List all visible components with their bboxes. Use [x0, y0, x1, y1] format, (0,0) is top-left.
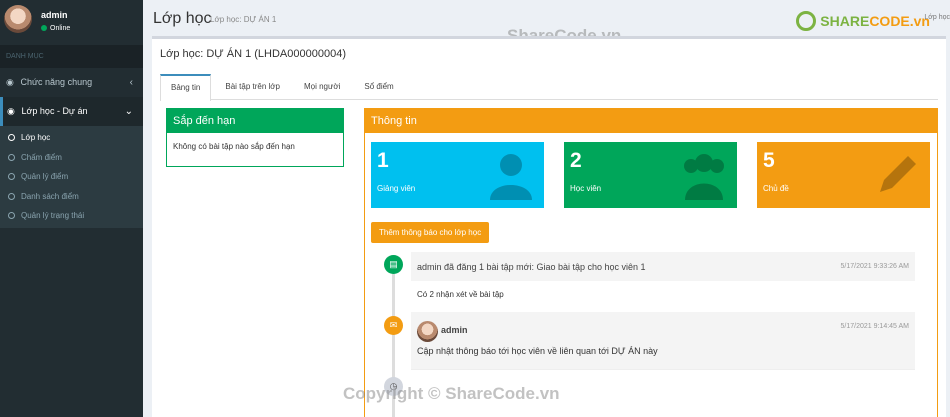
- upcoming-title: Sắp đến hạn: [167, 109, 343, 133]
- copyright-watermark: Copyright © ShareCode.vn: [343, 384, 560, 403]
- upcoming-empty-text: Không có bài tập nào sắp đến hạn: [173, 142, 295, 151]
- avatar: [4, 5, 32, 33]
- timeline-item[interactable]: admin 5/17/2021 9:14:45 AM Cập nhật thôn…: [411, 312, 915, 370]
- upcoming-box: Sắp đến hạn Không có bài tập nào sắp đến…: [166, 108, 344, 167]
- info-box: Thông tin 1 Giảng viên 2 Học viên 5 Chủ …: [364, 108, 938, 417]
- circle-icon: [8, 153, 15, 161]
- logo-share: SHARE: [820, 13, 870, 29]
- user-status-label: Online: [50, 25, 71, 32]
- sharecode-logo: SHARECODE.vn: [796, 11, 930, 31]
- timeline-header: admin đã đăng 1 bài tập mới: Giao bài tậ…: [417, 262, 646, 272]
- stat-number: 1: [377, 149, 389, 172]
- page-title: Lớp học: [153, 10, 212, 27]
- add-announcement-button[interactable]: Thêm thông báo cho lớp học: [371, 222, 490, 243]
- sidebar-subitem-score-mgmt[interactable]: Quản lý điểm: [0, 167, 143, 187]
- logo-code: CODE.vn: [869, 13, 930, 29]
- chevron-down-icon: ⌄: [124, 106, 133, 117]
- page-subtitle: Lớp học: DỰ ÁN 1: [210, 15, 277, 24]
- user-name: admin: [41, 10, 68, 20]
- tab-assignments[interactable]: Bài tập trên lớp: [215, 74, 290, 99]
- user-panel: admin Online: [0, 0, 143, 45]
- tabs: Bảng tin Bài tập trên lớp Mọi người Sổ đ…: [160, 74, 938, 101]
- sidebar-subitem-grading[interactable]: Chấm điểm: [0, 148, 143, 168]
- circle-icon: [8, 173, 15, 180]
- envelope-icon: ✉: [384, 316, 403, 335]
- tab-gradebook[interactable]: Sổ điểm: [354, 74, 403, 99]
- class-box: Lớp học: DỰ ÁN 1 (LHDA000000004) Bảng ti…: [152, 36, 946, 417]
- subitem-label: Quản lý điểm: [21, 172, 69, 181]
- stat-label: Học viên: [570, 184, 602, 193]
- sidebar-item-general[interactable]: ◉ Chức năng chung ‹: [0, 68, 143, 97]
- subitem-label: Quản lý trạng thái: [21, 211, 85, 220]
- stat-label: Chủ đề: [763, 184, 789, 193]
- circle-icon: [8, 134, 15, 141]
- dashboard-icon: ◉: [7, 106, 15, 116]
- stat-label: Giảng viên: [377, 184, 416, 193]
- info-title: Thông tin: [365, 109, 937, 133]
- sidebar-item-label: Chức năng chung: [20, 77, 93, 87]
- sidebar-item-class-project[interactable]: ◉ Lớp học - Dự án ⌄: [0, 97, 143, 126]
- timeline-author: admin: [441, 325, 468, 335]
- timeline-body: Cập nhật thông báo tới học viên về liên …: [417, 346, 658, 356]
- stat-teachers[interactable]: 1 Giảng viên: [371, 142, 544, 208]
- timeline-time: 5/17/2021 9:14:45 AM: [840, 323, 910, 330]
- submenu: Lớp học Chấm điểm Quản lý điểm Danh sách…: [0, 126, 143, 228]
- timeline-time: 5/17/2021 9:33:26 AM: [840, 263, 910, 270]
- timeline-item[interactable]: admin đã đăng 1 bài tập mới: Giao bài tậ…: [411, 252, 915, 306]
- users-icon: [684, 154, 724, 200]
- sidebar: admin Online DANH MỤC ◉ Chức năng chung …: [0, 0, 143, 417]
- stat-students[interactable]: 2 Học viên: [564, 142, 737, 208]
- circle-icon: [8, 192, 15, 200]
- chevron-left-icon: ‹: [129, 77, 133, 88]
- tab-newsfeed[interactable]: Bảng tin: [160, 74, 212, 101]
- timeline-body: Có 2 nhận xét về bài tập: [417, 290, 504, 299]
- stat-number: 2: [570, 149, 582, 172]
- file-icon: ▤: [384, 255, 403, 274]
- dashboard-icon: ◉: [6, 77, 14, 87]
- class-title: Lớp học: DỰ ÁN 1 (LHDA000000004): [160, 48, 346, 60]
- user-icon: [490, 154, 532, 200]
- logo-icon: [796, 11, 817, 31]
- menu-header: DANH MỤC: [0, 45, 143, 68]
- subitem-label: Lớp học: [21, 133, 51, 142]
- stat-number: 5: [763, 149, 775, 172]
- sidebar-subitem-class[interactable]: Lớp học: [0, 128, 143, 148]
- sidebar-subitem-score-list[interactable]: Danh sách điểm: [0, 187, 143, 207]
- sidebar-item-label: Lớp học - Dự án: [21, 106, 88, 116]
- user-status: Online: [41, 25, 70, 32]
- online-dot-icon: [41, 25, 47, 31]
- subitem-label: Danh sách điểm: [21, 191, 79, 201]
- subitem-label: Chấm điểm: [21, 152, 62, 162]
- breadcrumb[interactable]: Lớp học: [924, 14, 950, 21]
- pencil-icon: [880, 156, 916, 192]
- logo-text: SHARECODE.vn: [820, 13, 930, 29]
- circle-icon: [8, 212, 15, 219]
- tab-people[interactable]: Mọi người: [294, 74, 350, 99]
- avatar: [417, 321, 438, 342]
- stat-topics[interactable]: 5 Chủ đề: [757, 142, 930, 208]
- sidebar-subitem-status[interactable]: Quản lý trạng thái: [0, 206, 143, 226]
